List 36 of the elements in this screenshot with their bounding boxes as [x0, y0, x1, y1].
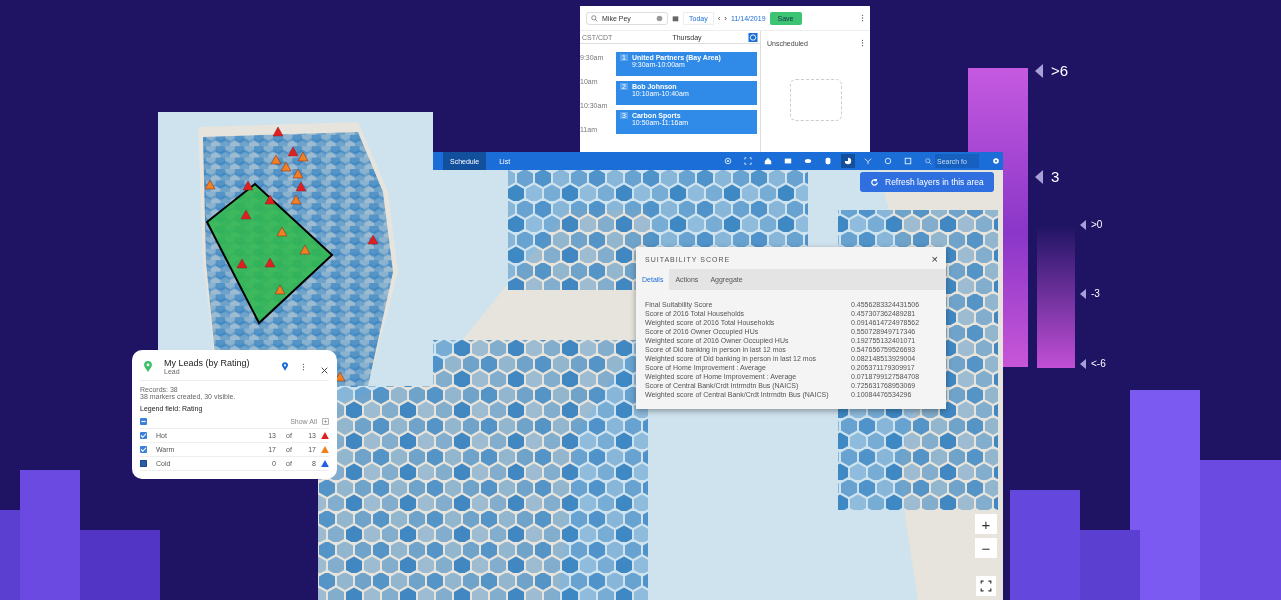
legend-checkbox[interactable] — [140, 460, 147, 467]
pin-icon — [144, 361, 152, 372]
search-icon — [925, 157, 932, 165]
more-icon[interactable] — [861, 14, 864, 22]
legend-checkbox[interactable] — [140, 446, 147, 453]
card-title: My Leads (by Rating) — [164, 358, 251, 368]
zoom-out-button[interactable]: − — [975, 538, 997, 558]
clear-icon[interactable] — [656, 14, 663, 22]
scale-label: 3 — [1051, 168, 1060, 185]
previous-button[interactable]: ‹ — [717, 13, 721, 23]
more-icon[interactable] — [861, 39, 864, 47]
more-icon[interactable] — [302, 362, 305, 371]
scale-label: -3 — [1091, 288, 1100, 299]
refresh-icon — [870, 177, 879, 187]
legend-checkbox[interactable] — [140, 432, 147, 439]
pin-icon[interactable] — [282, 362, 288, 371]
drop-zone — [789, 79, 842, 121]
refresh-button[interactable]: Refresh layers in this area — [860, 172, 994, 192]
zoom-in-button[interactable]: + — [975, 514, 997, 534]
pointer-icon — [1035, 63, 1043, 78]
scale-label: >0 — [1091, 219, 1103, 230]
globe-icon[interactable] — [748, 32, 758, 42]
close-button[interactable]: × — [931, 253, 938, 265]
pointer-icon — [1080, 358, 1086, 369]
pointer-icon — [1080, 219, 1086, 230]
select-all-checkbox[interactable] — [140, 418, 147, 425]
expand-icon[interactable] — [741, 154, 755, 168]
next-button[interactable]: › — [724, 13, 728, 23]
fullscreen-icon[interactable] — [976, 576, 996, 596]
pointer-icon — [1035, 169, 1043, 184]
calendar-icon[interactable] — [672, 14, 679, 22]
scale-label: <-6 — [1091, 358, 1106, 369]
pointer-icon — [1080, 288, 1086, 299]
scale-label: >6 — [1051, 62, 1069, 79]
search-icon — [591, 14, 598, 22]
pie-icon[interactable] — [841, 154, 855, 168]
